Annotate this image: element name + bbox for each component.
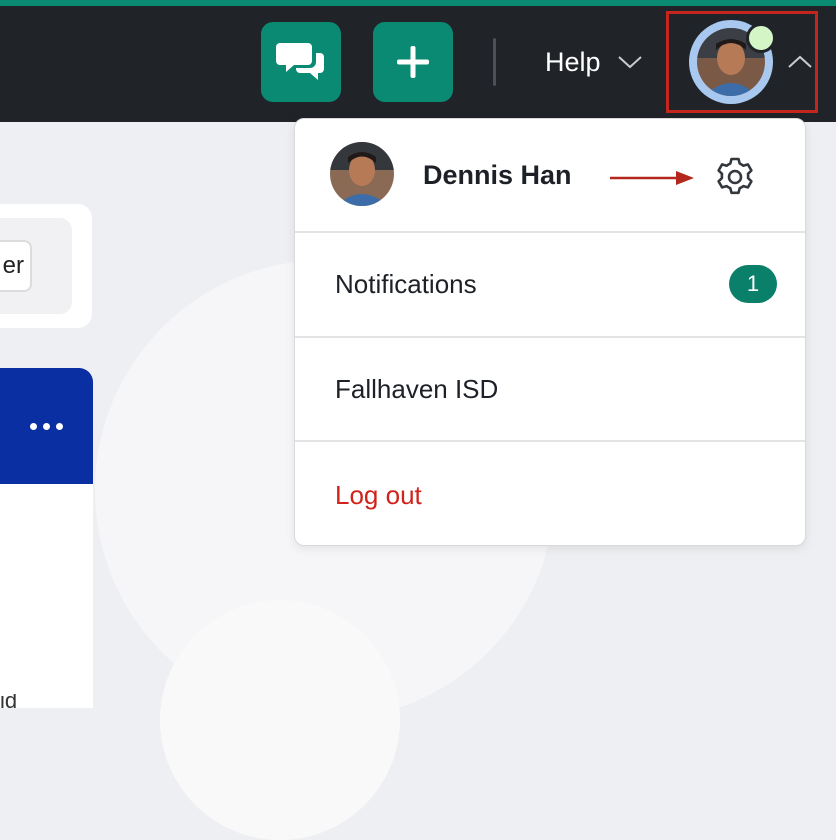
filter-card-inner: er [0, 218, 72, 314]
create-button[interactable] [373, 22, 453, 102]
filter-card: er [0, 204, 92, 328]
menu-item-label: Notifications [335, 269, 477, 299]
help-label: Help [545, 46, 601, 77]
chevron-up-icon [788, 55, 812, 68]
settings-gear-icon[interactable] [713, 155, 757, 199]
more-options-button[interactable] [30, 418, 66, 434]
user-name: Dennis Han [423, 160, 572, 190]
log-out-label: Log out [335, 480, 422, 510]
chat-bubbles-icon [276, 43, 324, 80]
online-status-indicator [746, 23, 776, 53]
dot-icon [56, 422, 63, 430]
dot-icon [43, 422, 50, 430]
accent-strip [0, 0, 836, 6]
user-menu-toggle[interactable] [666, 11, 818, 113]
dot-icon [30, 422, 37, 430]
menu-item-label: Fallhaven ISD [335, 374, 499, 404]
help-menu-button[interactable]: Help [545, 42, 643, 82]
filter-button[interactable]: er [0, 240, 32, 292]
course-card-body [0, 484, 93, 708]
chevron-down-icon [617, 56, 642, 69]
avatar [330, 142, 394, 206]
menu-item-notifications[interactable]: Notifications 1 [295, 233, 805, 338]
user-menu-dropdown: Dennis Han Notifications 1 Fallhaven ISD… [294, 118, 806, 546]
course-card-text: id [0, 694, 18, 708]
user-profile-row: Dennis Han [295, 119, 805, 233]
messages-button[interactable] [261, 22, 341, 102]
arrow-icon [610, 171, 694, 185]
toolbar-divider [493, 38, 496, 86]
top-navigation-bar: Help [0, 0, 836, 122]
notification-count-badge: 1 [729, 265, 777, 303]
plus-icon [397, 46, 429, 78]
background-decoration-2 [160, 600, 400, 840]
menu-item-log-out[interactable]: Log out [295, 442, 805, 545]
menu-item-organization[interactable]: Fallhaven ISD [295, 338, 805, 442]
